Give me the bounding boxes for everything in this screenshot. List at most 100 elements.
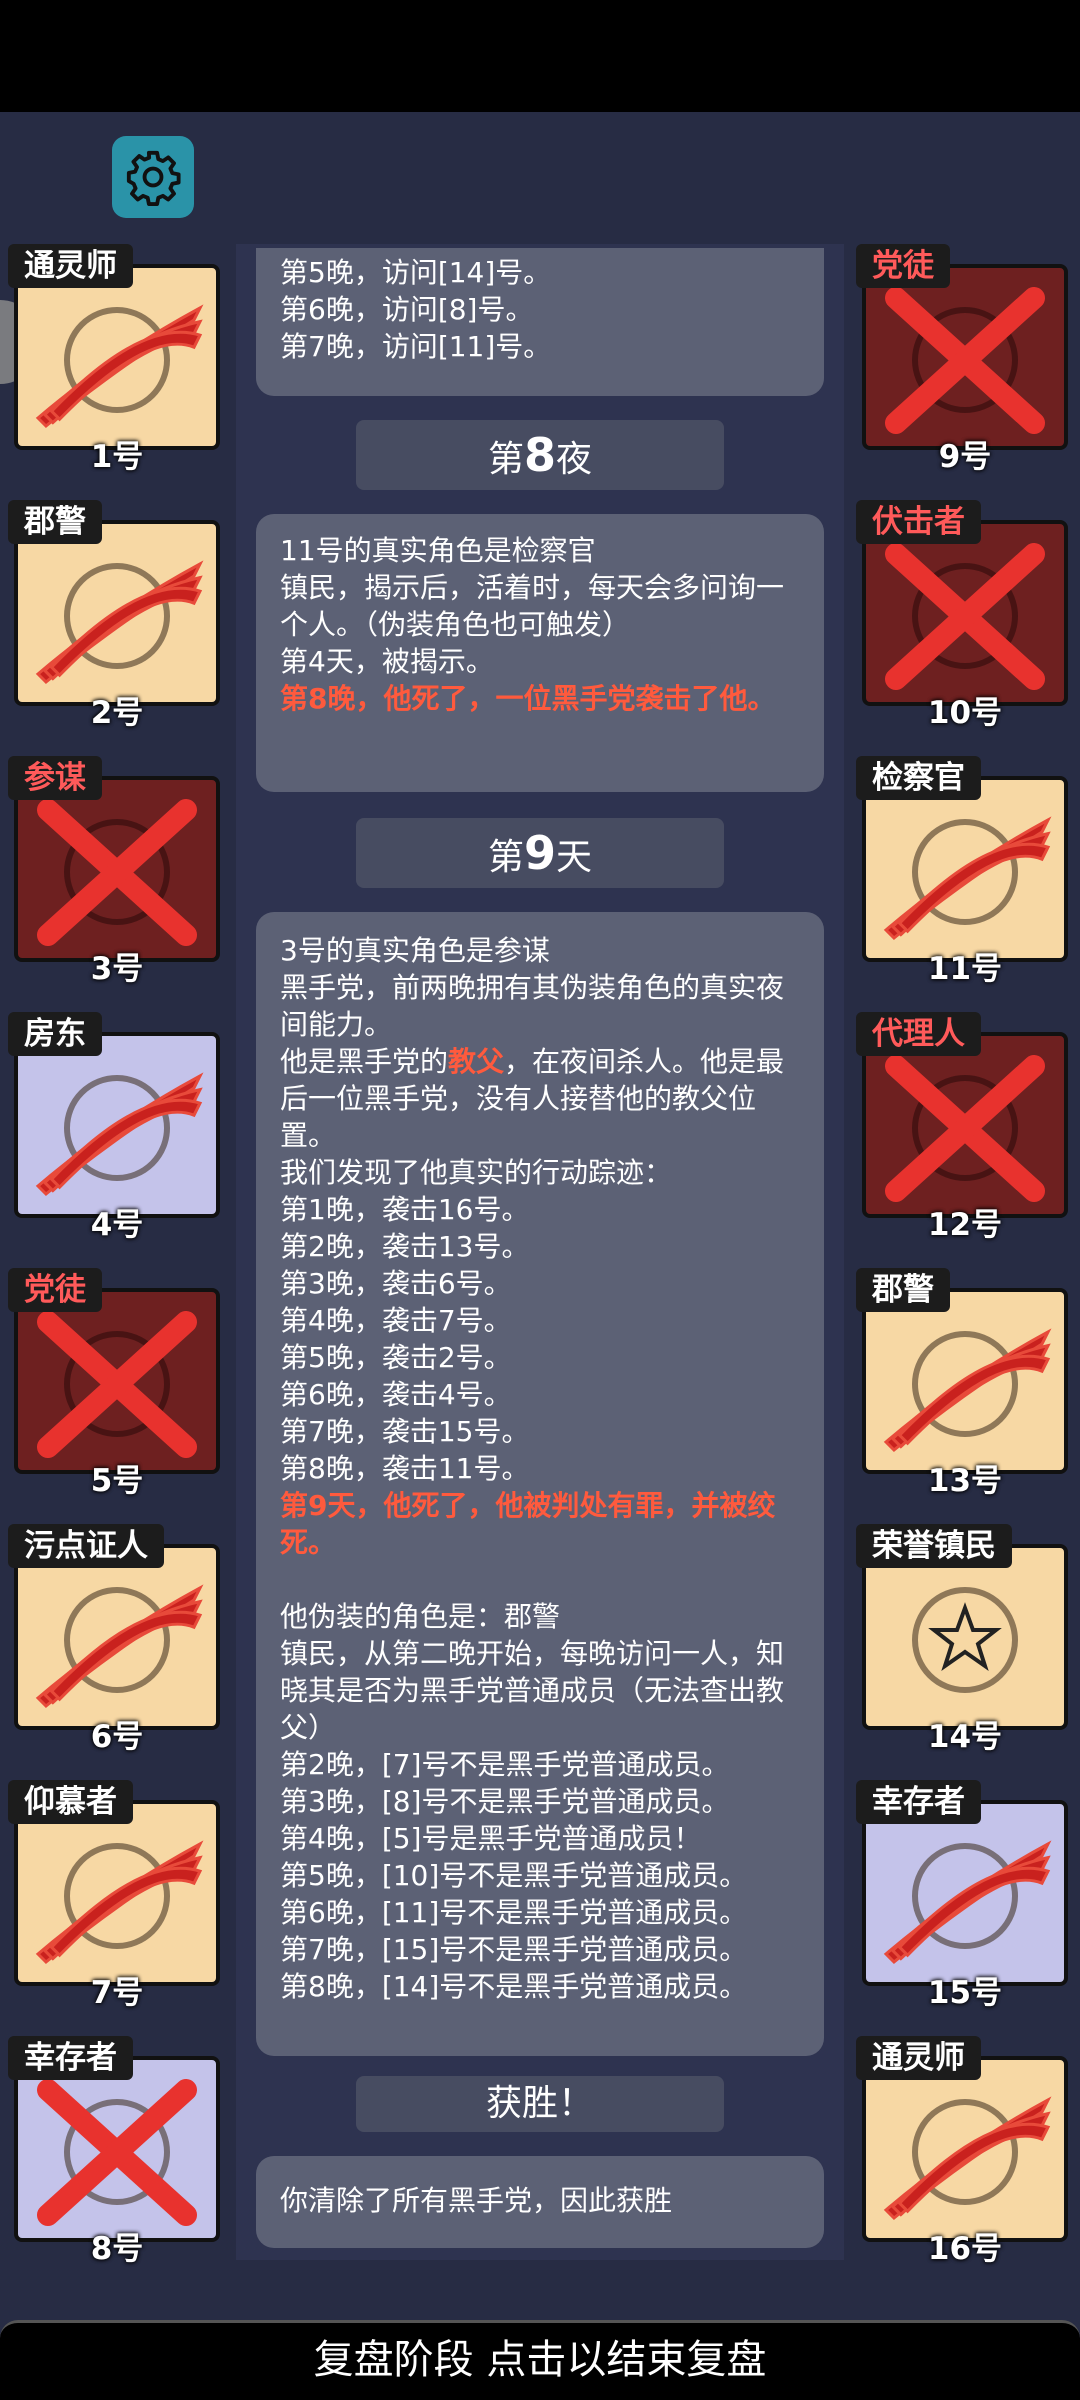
claw-slash-icon [35, 1072, 204, 1197]
player-card[interactable]: 污点证人 6号 [8, 1524, 220, 1755]
review-log[interactable]: 第5晚，访问[14]号。 第6晚，访问[8]号。 第7晚，访问[11]号。 第8… [236, 244, 844, 2260]
player-card[interactable]: 党徒 5号 [8, 1268, 220, 1499]
end-review-button[interactable]: 复盘阶段 点击以结束复盘 [0, 2320, 1080, 2400]
player-number: 16号 [927, 2231, 1003, 2267]
log-line: 镇民，从第二晚开始，每晚访问一人，知晓其是否为黑手党普通成员（无法查出教父） [280, 1637, 785, 1744]
player-portrait [862, 264, 1068, 450]
player-number: 12号 [927, 1207, 1003, 1243]
action-item: 第6晚，袭击4号。 [280, 1378, 512, 1411]
player-card[interactable]: 代理人 12号 [856, 1012, 1068, 1243]
player-portrait [14, 1288, 220, 1474]
role-label: 郡警 [8, 500, 102, 544]
player-card[interactable]: 幸存者 15号 [856, 1780, 1068, 2011]
action-item: 第4晚，袭击7号。 [280, 1304, 512, 1337]
eliminated-x-icon [37, 2079, 197, 2226]
player-portrait [14, 520, 220, 706]
check-list: 第2晚，[7]号不是黑手党普通成员。 第3晚，[8]号不是黑手党普通成员。 第4… [280, 1746, 800, 2005]
player-portrait [14, 1800, 220, 1986]
player-portrait [862, 520, 1068, 706]
player-portrait [862, 776, 1068, 962]
gear-icon [126, 150, 181, 206]
action-item: 第3晚，袭击6号。 [280, 1267, 512, 1300]
player-number: 3号 [90, 951, 144, 987]
log-panel-reveal: 11号的真实角色是检察官 镇民，揭示后，活着时，每天会多问询一个人。（伪装角色也… [256, 514, 824, 792]
role-label: 党徒 [8, 1268, 102, 1312]
role-label: 伏击者 [856, 500, 981, 544]
player-number: 10号 [927, 695, 1003, 731]
role-label: 幸存者 [856, 1780, 981, 1824]
check-item: 第5晚，[10]号不是黑手党普通成员。 [280, 1859, 748, 1892]
role-label: 幸存者 [8, 2036, 133, 2080]
player-portrait [862, 1032, 1068, 1218]
player-card[interactable]: 荣誉镇民 14号 [856, 1524, 1068, 1755]
log-line: 你清除了所有黑手党，因此获胜 [280, 2184, 673, 2217]
player-number: 15号 [927, 1975, 1003, 2011]
player-card[interactable]: 房东 4号 [8, 1012, 220, 1243]
check-item: 第4晚，[5]号是黑手党普通成员！ [280, 1822, 702, 1855]
role-label: 仰慕者 [8, 1780, 133, 1824]
player-card[interactable]: 幸存者 8号 [8, 2036, 220, 2267]
log-line: 他是黑手党的教父，在夜间杀人。他是最后一位黑手党，没有人接替他的教父位置。 [280, 1045, 785, 1152]
player-card[interactable]: 党徒 9号 [856, 244, 1068, 475]
log-line: 他伪装的角色是：郡警 [280, 1600, 561, 1633]
player-portrait [14, 264, 220, 450]
log-line: 黑手党，前两晚拥有其伪装角色的真实夜间能力。 [280, 971, 785, 1041]
log-line: 第5晚，访问[14]号。 [280, 256, 552, 289]
player-portrait [862, 1544, 1068, 1730]
log-line: 3号的真实角色是参谋 [280, 934, 550, 967]
eliminated-x-icon [37, 1311, 197, 1458]
claw-slash-icon [35, 1584, 204, 1709]
player-number: 1号 [90, 439, 144, 475]
log-panel-result: 你清除了所有黑手党，因此获胜 [256, 2156, 824, 2248]
player-card[interactable]: 郡警 2号 [8, 500, 220, 731]
claw-slash-icon [35, 1840, 204, 1965]
player-portrait [14, 1544, 220, 1730]
player-card[interactable]: 通灵师 16号 [856, 2036, 1068, 2267]
player-card[interactable]: 郡警 13号 [856, 1268, 1068, 1499]
role-label: 房东 [8, 1012, 102, 1056]
claw-slash-icon [883, 816, 1052, 941]
log-line: 第6晚，访问[8]号。 [280, 293, 534, 326]
role-label: 通灵师 [856, 2036, 981, 2080]
settings-button[interactable] [112, 136, 194, 218]
claw-slash-icon [35, 560, 204, 685]
player-number: 14号 [927, 1719, 1003, 1755]
player-card[interactable]: 伏击者 10号 [856, 500, 1068, 731]
check-item: 第7晚，[15]号不是黑手党普通成员。 [280, 1933, 748, 1966]
log-highlight: 第9天，他死了，他被判处有罪，并被绞死。 [280, 1489, 776, 1559]
player-portrait [14, 1032, 220, 1218]
player-number: 8号 [90, 2231, 144, 2267]
section-header-night-8: 第8夜 [356, 420, 724, 490]
log-line: 镇民，揭示后，活着时，每天会多问询一个人。（伪装角色也可触发） [280, 571, 785, 641]
medal-icon [912, 1587, 1018, 1693]
player-number: 5号 [90, 1463, 144, 1499]
role-label: 荣誉镇民 [856, 1524, 1012, 1568]
log-line: 第4天，被揭示。 [280, 645, 494, 678]
eliminated-x-icon [37, 799, 197, 946]
player-portrait [862, 1800, 1068, 1986]
player-card[interactable]: 参谋 3号 [8, 756, 220, 987]
player-number: 9号 [938, 439, 992, 475]
role-label: 代理人 [856, 1012, 981, 1056]
log-highlight: 第8晚，他死了，一位黑手党袭击了他。 [280, 682, 776, 715]
player-card[interactable]: 仰慕者 7号 [8, 1780, 220, 2011]
role-label: 参谋 [8, 756, 102, 800]
action-item: 第1晚，袭击16号。 [280, 1193, 530, 1226]
action-item: 第8晚，袭击11号。 [280, 1452, 530, 1485]
section-header-victory: 获胜！ [356, 2076, 724, 2132]
player-number: 11号 [927, 951, 1003, 987]
log-panel-visits: 第5晚，访问[14]号。 第6晚，访问[8]号。 第7晚，访问[11]号。 [256, 248, 824, 396]
player-number: 2号 [90, 695, 144, 731]
player-number: 4号 [90, 1207, 144, 1243]
log-line: 第7晚，访问[11]号。 [280, 330, 552, 363]
player-number: 13号 [927, 1463, 1003, 1499]
player-card[interactable]: 检察官 11号 [856, 756, 1068, 987]
player-portrait [862, 2056, 1068, 2242]
claw-slash-icon [883, 2096, 1052, 2221]
action-list: 第1晚，袭击16号。 第2晚，袭击13号。 第3晚，袭击6号。 第4晚，袭击7号… [280, 1191, 800, 1487]
action-item: 第5晚，袭击2号。 [280, 1341, 512, 1374]
log-line: 我们发现了他真实的行动踪迹： [280, 1156, 673, 1189]
action-item: 第7晚，袭击15号。 [280, 1415, 530, 1448]
log-panel-verdict: 3号的真实角色是参谋 黑手党，前两晚拥有其伪装角色的真实夜间能力。 他是黑手党的… [256, 912, 824, 2056]
player-card[interactable]: 通灵师 1号 [8, 244, 220, 475]
